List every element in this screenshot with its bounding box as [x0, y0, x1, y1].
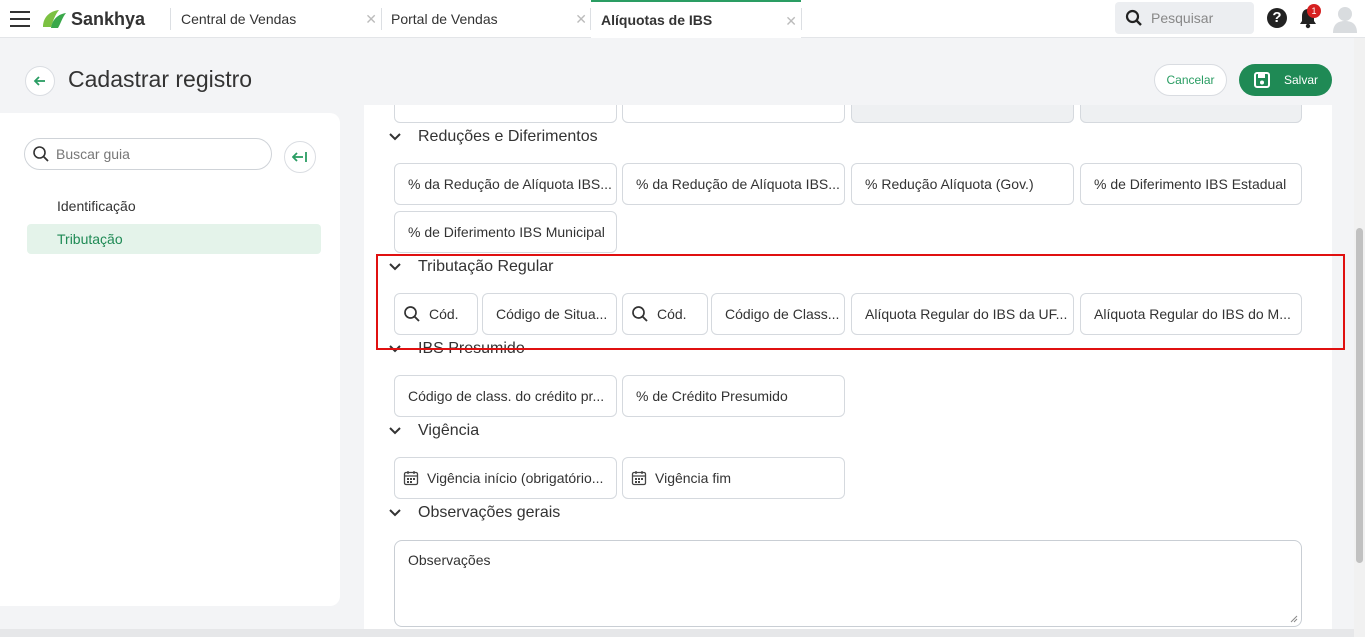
chevron-down-icon [389, 263, 401, 271]
aliquota-regular-uf-field[interactable]: Alíquota Regular do IBS da UF... [851, 293, 1074, 335]
field-label: Alíquota Regular do IBS do M... [1094, 306, 1291, 322]
chevron-down-icon [389, 345, 401, 353]
vigencia-fim-field[interactable]: Vigência fim [622, 457, 845, 499]
arrow-left-icon [33, 76, 45, 86]
field-label: Código de Situa... [496, 306, 608, 322]
global-search[interactable]: Pesquisar [1115, 2, 1254, 34]
field-label: Código de class. do crédito pr... [408, 388, 605, 404]
cancel-button[interactable]: Cancelar [1154, 64, 1227, 96]
field-label: Vigência fim [655, 470, 732, 486]
close-icon[interactable]: ✕ [365, 11, 377, 28]
field-label: Alíquota Regular do IBS da UF... [865, 306, 1068, 322]
close-icon[interactable]: ✕ [575, 11, 587, 28]
field-label: Cód. [657, 306, 687, 322]
calendar-icon [403, 471, 419, 486]
reducao-aliquota-gov-field[interactable]: % Redução Alíquota (Gov.) [851, 163, 1074, 205]
save-button[interactable]: Salvar [1239, 64, 1332, 96]
search-placeholder: Pesquisar [1151, 10, 1214, 26]
chevron-down-icon [389, 427, 401, 435]
diferimento-ibs-estadual-field[interactable]: % de Diferimento IBS Estadual [1080, 163, 1302, 205]
codigo-class-credito-field[interactable]: Código de class. do crédito pr... [394, 375, 617, 417]
tab-aliquotas-de-ibs[interactable]: Alíquotas de IBS ✕ [591, 0, 801, 38]
tab-central-de-vendas[interactable]: Central de Vendas ✕ [171, 0, 381, 38]
observacoes-textarea[interactable]: Observações [394, 540, 1302, 627]
page-title: Cadastrar registro [68, 66, 253, 92]
search-icon [404, 306, 420, 322]
search-icon [632, 306, 648, 322]
chevron-down-icon [389, 133, 401, 141]
back-button[interactable] [25, 66, 55, 96]
collapse-left-icon [291, 152, 307, 162]
credito-presumido-field[interactable]: % de Crédito Presumido [622, 375, 845, 417]
guide-search-placeholder: Buscar guia [56, 146, 130, 162]
cod-situacao-search-field[interactable]: Cód. [394, 293, 478, 335]
avatar[interactable] [1332, 5, 1358, 33]
reducao-aliquota-ibs-field[interactable]: % da Redução de Alíquota IBS... [394, 163, 617, 205]
diferimento-ibs-municipal-field[interactable]: % de Diferimento IBS Municipal [394, 211, 617, 253]
sidebar-item-tributacao[interactable]: Tributação [27, 224, 321, 254]
vigencia-inicio-field[interactable]: Vigência início (obrigatório... [394, 457, 617, 499]
bottom-strip [0, 629, 1354, 637]
codigo-situacao-field[interactable]: Código de Situa... [482, 293, 617, 335]
tab-label: Alíquotas de IBS [601, 12, 713, 28]
section-reducoes-header[interactable]: Reduções e Diferimentos [388, 128, 598, 146]
resize-grip-icon[interactable] [1290, 615, 1298, 623]
search-icon [33, 146, 49, 162]
close-icon[interactable]: ✕ [785, 13, 797, 30]
scrollbar-thumb[interactable] [1356, 228, 1363, 563]
section-vigencia-header[interactable]: Vigência [388, 422, 479, 440]
field-label: Vigência início (obrigatório... [427, 470, 604, 486]
page-scrollbar[interactable] [1354, 38, 1365, 637]
guide-search-input[interactable]: Buscar guia [24, 138, 272, 170]
section-observacoes-header[interactable]: Observações gerais [388, 504, 560, 522]
field-label: % de Crédito Presumido [636, 388, 788, 404]
collapse-sidebar-button[interactable] [284, 141, 316, 173]
save-icon [1254, 72, 1270, 88]
section-title: Reduções e Diferimentos [418, 128, 598, 145]
form-field [851, 105, 1074, 123]
field-label: % Redução Alíquota (Gov.) [865, 176, 1034, 192]
form-panel: Reduções e Diferimentos % da Redução de … [364, 105, 1332, 637]
cod-classificacao-search-field[interactable]: Cód. [622, 293, 708, 335]
section-title: Observações gerais [418, 504, 561, 521]
sankhya-logo-icon [43, 10, 66, 28]
field-label: % de Diferimento IBS Estadual [1094, 176, 1287, 192]
brand-name: Sankhya [71, 8, 146, 29]
form-field[interactable] [394, 105, 617, 123]
section-presumido-header[interactable]: IBS Presumido [388, 340, 525, 358]
brand-logo[interactable]: Sankhya [40, 6, 145, 32]
sidebar: Buscar guia Identificação Tributação [0, 113, 340, 606]
form-field [1080, 105, 1302, 123]
tab-label: Central de Vendas [181, 11, 297, 27]
field-label: % de Diferimento IBS Municipal [408, 224, 605, 240]
save-label: Salvar [1283, 73, 1318, 87]
field-label: Código de Class... [725, 306, 840, 322]
tab-portal-de-vendas[interactable]: Portal de Vendas ✕ [381, 0, 591, 38]
field-label: % da Redução de Alíquota IBS... [636, 176, 840, 192]
textarea-placeholder: Observações [408, 552, 491, 568]
calendar-icon [631, 471, 647, 486]
section-tributacao-header[interactable]: Tributação Regular [388, 258, 553, 276]
help-icon[interactable]: ? [1267, 8, 1287, 28]
section-title: Vigência [418, 422, 480, 439]
notification-badge: 1 [1307, 4, 1321, 18]
aliquota-regular-municipio-field[interactable]: Alíquota Regular do IBS do M... [1080, 293, 1302, 335]
section-title: Tributação Regular [418, 258, 554, 275]
section-title: IBS Presumido [418, 340, 525, 357]
form-field[interactable] [622, 105, 845, 123]
menu-icon[interactable] [10, 11, 30, 27]
tab-label: Portal de Vendas [391, 11, 498, 27]
codigo-classificacao-field[interactable]: Código de Class... [711, 293, 845, 335]
tab-separator [801, 8, 802, 30]
field-label: % da Redução de Alíquota IBS... [408, 176, 612, 192]
top-bar: Sankhya Central de Vendas ✕ Portal de Ve… [0, 0, 1365, 38]
chevron-down-icon [389, 509, 401, 517]
field-label: Cód. [429, 306, 459, 322]
reducao-aliquota-ibs-2-field[interactable]: % da Redução de Alíquota IBS... [622, 163, 845, 205]
sidebar-item-identificacao[interactable]: Identificação [27, 191, 321, 221]
search-icon [1125, 9, 1142, 26]
